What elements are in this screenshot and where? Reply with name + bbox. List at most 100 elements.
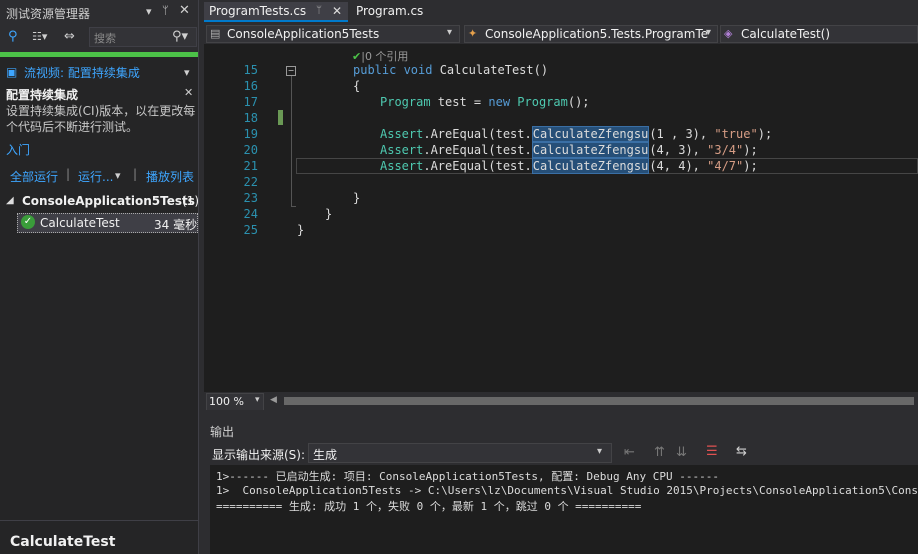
zoom-value: 100 % — [209, 395, 244, 408]
keyword: new — [488, 95, 518, 109]
tab-program[interactable]: Program.cs — [350, 2, 430, 22]
group-by-icon[interactable]: ☷▾ — [32, 30, 47, 43]
word-wrap-icon[interactable]: ⇆ — [736, 444, 747, 459]
find-message-icon[interactable]: ⇤ — [624, 445, 635, 460]
project-icon: ▤ — [210, 27, 221, 40]
member-dropdown[interactable]: ◈ CalculateTest() — [720, 25, 918, 43]
highlighted-reference[interactable]: CalculateZfengsu — [531, 126, 650, 142]
pin-icon[interactable]: ᛘ — [162, 4, 169, 17]
intro-link[interactable]: 入门 — [6, 141, 30, 158]
video-link[interactable]: 流视频: 配置持续集成 — [24, 64, 140, 81]
search-icon[interactable]: ⚲▾ — [172, 29, 188, 44]
dismiss-icon[interactable]: ✕ — [184, 86, 193, 99]
chevron-down-icon: ▾ — [706, 27, 712, 38]
run-all-link[interactable]: 全部运行 — [10, 168, 58, 185]
close-icon[interactable]: ✕ — [179, 3, 190, 18]
test-name: CalculateTest — [40, 216, 120, 230]
type-name: Assert — [380, 127, 424, 141]
code-line-20: Assert.AreEqual(test.CalculateZfengsu(4,… — [380, 142, 758, 158]
line-number: 23 — [243, 191, 258, 205]
code-line-17: Program test = new Program(); — [380, 95, 590, 109]
settings-icon[interactable]: ⇔ — [64, 29, 75, 44]
class-dropdown[interactable]: ✦ ConsoleApplication5.Tests.ProgramTe ▾ — [464, 25, 718, 43]
output-line: 1> ConsoleApplication5Tests -> C:\Users\… — [216, 484, 918, 497]
code-line-15: public void CalculateTest() — [353, 63, 548, 77]
code-text: .AreEqual(test. — [423, 159, 532, 173]
separator: | — [133, 167, 138, 181]
line-number: 17 — [243, 95, 258, 109]
passed-check-icon: ✓ — [21, 215, 35, 229]
code-line-23: } — [353, 191, 361, 205]
output-title-bar: 输出 — [204, 420, 918, 440]
zoom-dropdown[interactable]: 100 % ▾ — [206, 393, 264, 411]
line-number: 24 — [243, 207, 258, 221]
chevron-down-icon: ▾ — [255, 395, 260, 405]
line-number: 25 — [243, 223, 258, 237]
codelens-references[interactable]: ✔|0 个引用 — [352, 48, 408, 64]
panel-title-bar: 测试资源管理器 ▾ ᛘ ✕ — [0, 0, 198, 24]
output-toolbar: 显示输出来源(S): 生成 ▾ ⇤ ⇈ ⇊ ☰ ⇆ — [204, 441, 918, 465]
collapse-icon[interactable]: ▾ — [184, 66, 190, 79]
test-progress-bar — [0, 52, 198, 57]
search-input[interactable]: 搜索 ⚲▾ — [89, 27, 197, 47]
code-text: ); — [757, 127, 773, 141]
string-literal: "true" — [714, 127, 758, 141]
pin-test-icon[interactable]: ⚲ — [8, 29, 18, 44]
run-dropdown-icon[interactable]: ▾ — [115, 169, 121, 182]
test-group-name[interactable]: ConsoleApplication5Tests — [22, 194, 195, 208]
keyword: public void — [353, 63, 440, 77]
clear-all-icon[interactable]: ☰ — [706, 444, 718, 459]
output-title: 输出 — [210, 425, 235, 439]
type-name: Program — [380, 95, 431, 109]
code-editor[interactable]: ✔|0 个引用 15 16 17 18 19 20 21 22 23 24 25… — [204, 44, 918, 392]
code-text: .AreEqual(test. — [423, 127, 532, 141]
code-text: ); — [743, 143, 758, 157]
code-line-25: } — [297, 223, 305, 237]
expand-triangle-icon[interactable]: ◢ — [6, 195, 14, 206]
code-text: test = — [430, 95, 489, 109]
line-number: 21 — [243, 159, 258, 173]
code-line-24: } — [325, 207, 333, 221]
line-number: 18 — [243, 111, 258, 125]
tab-label: Program.cs — [356, 4, 424, 18]
output-source-label: 显示输出来源(S): — [212, 448, 306, 462]
tab-pin-icon[interactable]: ᛘ — [316, 5, 322, 16]
splitter[interactable] — [204, 410, 918, 420]
tab-label: ProgramTests.cs — [209, 4, 307, 18]
code-text: ); — [743, 159, 758, 173]
highlighted-reference[interactable]: CalculateZfengsu — [531, 158, 650, 174]
outline-line — [291, 76, 292, 206]
test-row[interactable]: ✓ CalculateTest 34 毫秒 — [17, 213, 198, 233]
highlighted-reference[interactable]: CalculateZfengsu — [531, 142, 650, 158]
code-text: (4, 4), — [649, 159, 708, 173]
test-explorer-panel: 测试资源管理器 ▾ ᛘ ✕ ⚲ ☷▾ ⇔ 搜索 ⚲▾ ▣ 流视频: 配置持续集成… — [0, 0, 199, 554]
ci-description-line1: 设置持续集成(CI)版本，以在更改每 — [6, 104, 196, 118]
tab-close-icon[interactable]: ✕ — [332, 4, 342, 18]
project-dropdown[interactable]: ▤ ConsoleApplication5Tests ▾ — [206, 25, 460, 43]
output-source-dropdown[interactable]: 生成 ▾ — [308, 443, 612, 463]
prev-message-icon[interactable]: ⇈ — [654, 445, 665, 460]
panel-title: 测试资源管理器 — [6, 7, 91, 21]
outline-line — [291, 206, 296, 207]
collapse-box-icon[interactable]: − — [286, 66, 296, 76]
project-dropdown-value: ConsoleApplication5Tests — [227, 27, 380, 41]
playlist-link[interactable]: 播放列表 — [146, 168, 194, 185]
code-text: (1 , 3), — [649, 127, 715, 141]
output-source-value: 生成 — [313, 448, 338, 462]
type-name: Assert — [380, 159, 424, 173]
dropdown-icon[interactable]: ▾ — [146, 5, 152, 18]
string-literal: "3/4" — [707, 143, 744, 157]
separator: | — [66, 167, 71, 181]
next-message-icon[interactable]: ⇊ — [676, 445, 687, 460]
tab-programtests[interactable]: ProgramTests.cs ᛘ ✕ — [204, 2, 348, 22]
line-number: 16 — [243, 79, 258, 93]
code-text: (4, 3), — [649, 143, 708, 157]
member-dropdown-value: CalculateTest() — [741, 27, 831, 41]
scroll-left-icon[interactable]: ◀ — [270, 395, 277, 405]
type-name: Program — [517, 95, 568, 109]
output-text-area[interactable]: 1>------ 已启动生成: 项目: ConsoleApplication5T… — [210, 465, 918, 554]
string-literal: "4/7" — [707, 159, 744, 173]
horizontal-scrollbar-thumb[interactable] — [284, 397, 914, 405]
run-link[interactable]: 运行... — [78, 168, 113, 185]
code-line-19: Assert.AreEqual(test.CalculateZfengsu(1 … — [380, 126, 773, 142]
